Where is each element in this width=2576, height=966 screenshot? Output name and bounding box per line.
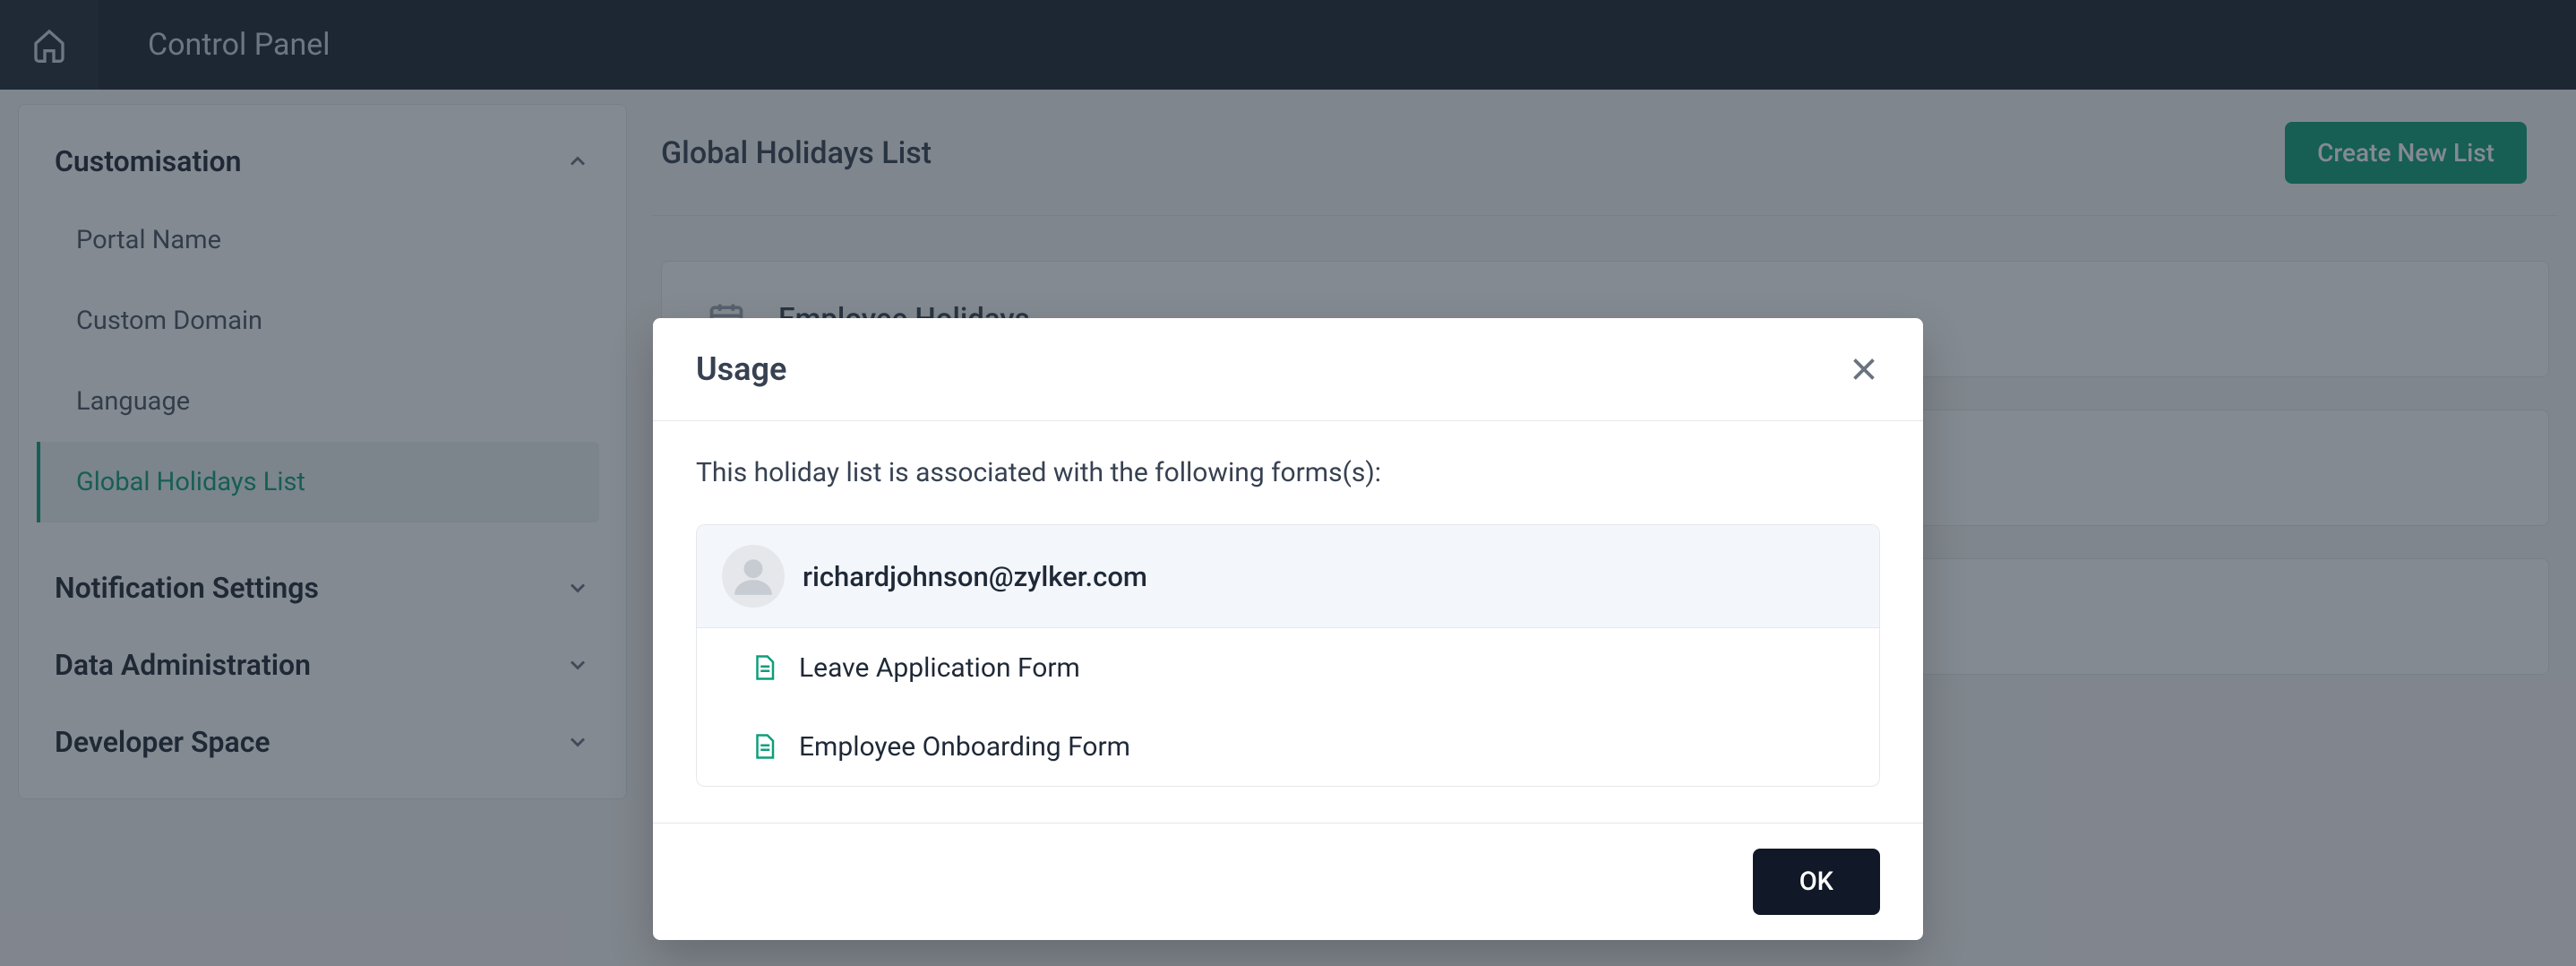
usage-list: richardjohnson@zylker.com Leave Applicat… xyxy=(696,524,1880,787)
usage-form-name: Leave Application Form xyxy=(799,652,1080,684)
form-icon xyxy=(751,730,777,763)
modal-scrim: Usage This holiday list is associated wi… xyxy=(0,0,2576,966)
modal-title: Usage xyxy=(696,350,786,388)
usage-modal: Usage This holiday list is associated wi… xyxy=(653,318,1923,940)
ok-button[interactable]: OK xyxy=(1753,849,1880,915)
modal-header: Usage xyxy=(653,318,1923,421)
avatar xyxy=(722,545,785,608)
usage-user-row: richardjohnson@zylker.com xyxy=(697,525,1879,628)
avatar-placeholder-icon xyxy=(731,554,776,599)
user-email: richardjohnson@zylker.com xyxy=(803,560,1147,593)
usage-form-name: Employee Onboarding Form xyxy=(799,731,1130,763)
usage-form-row: Employee Onboarding Form xyxy=(697,707,1879,786)
close-icon[interactable] xyxy=(1848,353,1880,385)
usage-form-row: Leave Application Form xyxy=(697,628,1879,707)
modal-footer: OK xyxy=(653,823,1923,940)
modal-description: This holiday list is associated with the… xyxy=(696,457,1880,488)
modal-body: This holiday list is associated with the… xyxy=(653,421,1923,823)
form-icon xyxy=(751,651,777,684)
